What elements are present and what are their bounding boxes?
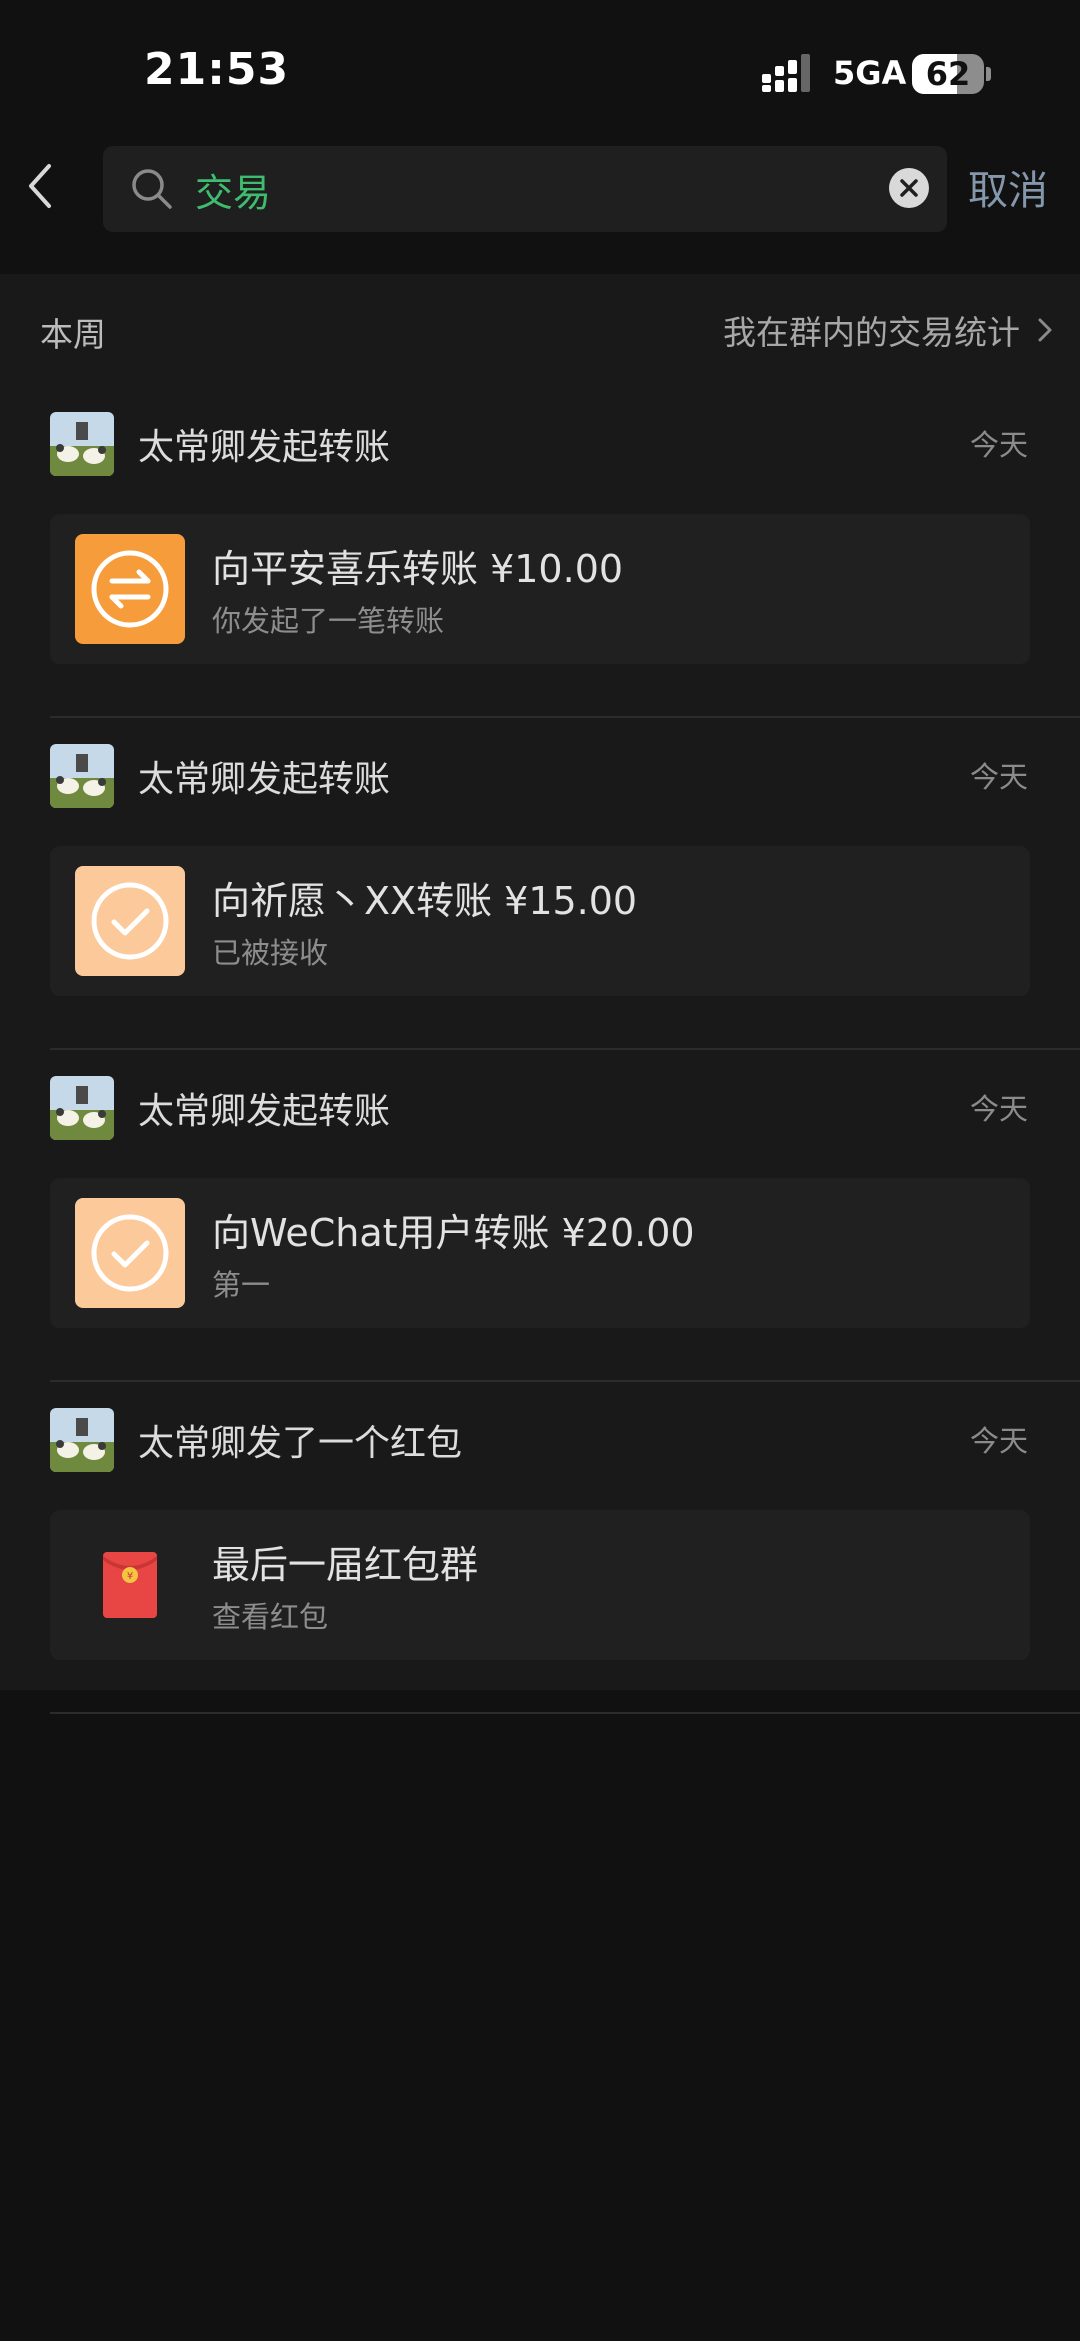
transfer-title: 向WeChat用户转账 ¥20.00: [212, 1211, 695, 1255]
week-section-label: 本周: [40, 315, 106, 354]
transaction-item[interactable]: 太常卿发起转账 今天 向WeChat用户转账 ¥20.00 第一: [0, 1050, 1080, 1382]
close-icon: [900, 179, 918, 197]
results-panel: 本周 我在群内的交易统计 太常卿发起转账 今天 向平安喜乐转账 ¥10.00 你…: [0, 274, 1080, 1714]
chevron-right-icon: [1038, 318, 1052, 342]
network-type: 5GA: [833, 54, 907, 92]
transfer-status: 已被接收: [212, 936, 329, 970]
sender-label: 太常卿发起转账: [138, 427, 391, 468]
avatar: [50, 412, 114, 476]
back-button[interactable]: [18, 156, 62, 216]
svg-text:¥: ¥: [127, 1571, 133, 1582]
chevron-left-icon: [29, 164, 51, 208]
time-label: 今天: [969, 1424, 1028, 1458]
time-label: 今天: [969, 1092, 1028, 1126]
search-box[interactable]: [103, 146, 947, 232]
view-envelope-label: 查看红包: [212, 1600, 329, 1634]
transfer-card[interactable]: 向祈愿丶XX转账 ¥15.00 已被接收: [50, 846, 1030, 996]
sender-label: 太常卿发起转账: [138, 759, 391, 800]
search-input[interactable]: [195, 160, 875, 218]
signal-icon: [762, 54, 810, 92]
status-time: 21:53: [144, 44, 290, 95]
transfer-icon: [75, 534, 185, 644]
avatar: [50, 1408, 114, 1472]
cancel-button[interactable]: 取消: [968, 158, 1048, 216]
transaction-item[interactable]: 太常卿发了一个红包 今天 ¥ 最后一届红包群 查看红包: [0, 1382, 1080, 1714]
time-label: 今天: [969, 760, 1028, 794]
transfer-card[interactable]: 向WeChat用户转账 ¥20.00 第一: [50, 1178, 1030, 1328]
transfer-title: 向平安喜乐转账 ¥10.00: [212, 547, 624, 591]
transfer-status: 你发起了一笔转账: [212, 604, 445, 638]
check-circle-icon: [75, 866, 185, 976]
stats-link-label: 我在群内的交易统计: [723, 313, 1020, 352]
red-envelope-icon: ¥: [75, 1530, 185, 1640]
sender-label: 太常卿发了一个红包: [138, 1423, 463, 1464]
time-label: 今天: [969, 428, 1028, 462]
transaction-item[interactable]: 太常卿发起转账 今天 向平安喜乐转账 ¥10.00 你发起了一笔转账: [0, 386, 1080, 718]
transfer-title: 向祈愿丶XX转账 ¥15.00: [212, 879, 638, 923]
check-circle-icon: [75, 1198, 185, 1308]
battery-percent: 62: [925, 55, 971, 93]
clear-search-button[interactable]: [889, 168, 929, 208]
avatar: [50, 744, 114, 808]
transfer-card[interactable]: 向平安喜乐转账 ¥10.00 你发起了一笔转账: [50, 514, 1030, 664]
transfer-note: 第一: [212, 1268, 271, 1302]
group-transaction-stats-link[interactable]: 我在群内的交易统计: [723, 306, 1056, 354]
red-envelope-card[interactable]: ¥ 最后一届红包群 查看红包: [50, 1510, 1030, 1660]
search-icon: [132, 169, 172, 209]
envelope-title: 最后一届红包群: [212, 1543, 479, 1587]
transaction-item[interactable]: 太常卿发起转账 今天 向祈愿丶XX转账 ¥15.00 已被接收: [0, 718, 1080, 1050]
avatar: [50, 1076, 114, 1140]
divider: [50, 1712, 1080, 1714]
sender-label: 太常卿发起转账: [138, 1091, 391, 1132]
battery-icon: 62: [912, 54, 992, 94]
status-bar: 21:53 5GA 62: [0, 0, 1080, 140]
